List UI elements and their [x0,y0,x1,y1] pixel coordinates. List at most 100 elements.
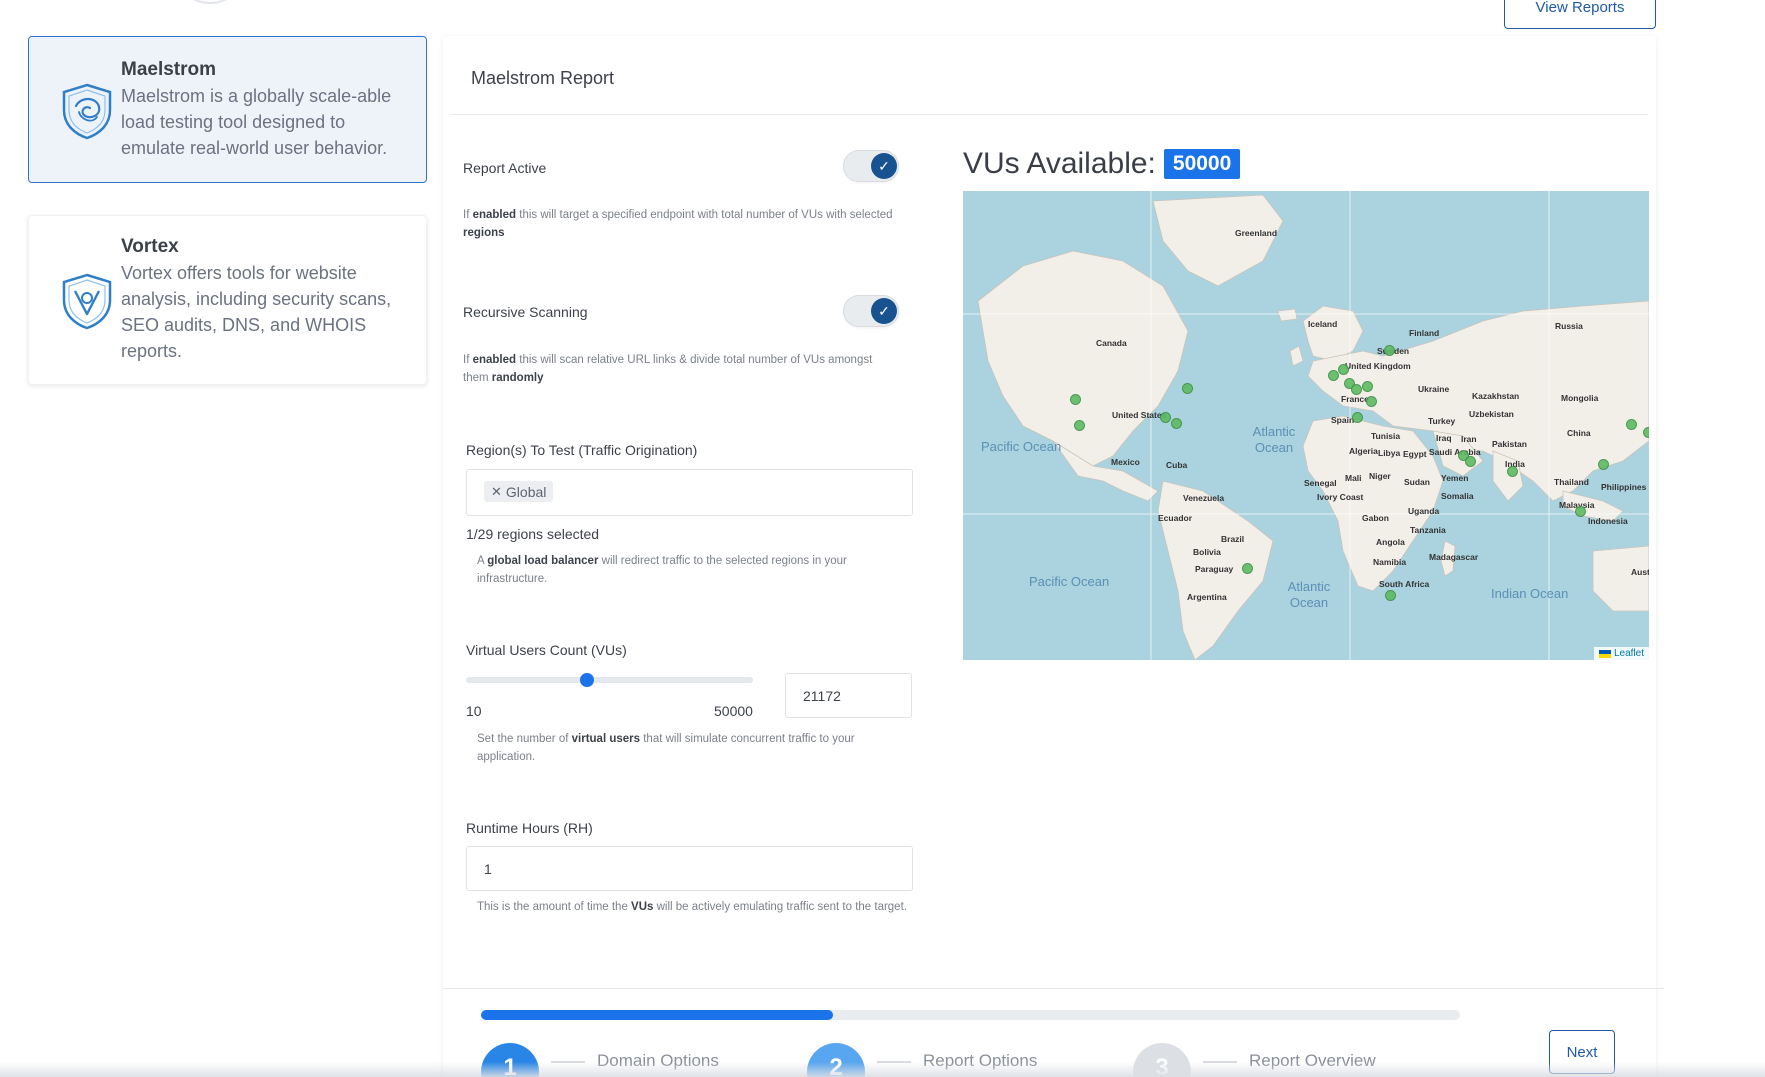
flag-icon [1598,649,1611,658]
region-marker[interactable] [1362,381,1373,392]
view-reports-button[interactable]: View Reports [1504,0,1656,29]
region-marker[interactable] [1070,394,1081,405]
leaflet-attribution[interactable]: Leaflet [1593,647,1649,660]
ocean-label: Atlantic Ocean [1252,424,1296,455]
map-label: Thailand [1554,477,1589,487]
region-marker[interactable] [1171,418,1182,429]
map-label: Uganda [1408,506,1440,516]
map-label: Mali [1345,473,1362,483]
vortex-shield-icon [62,273,112,330]
remove-tag-icon[interactable]: ✕ [491,484,502,500]
map-label: Venezuela [1183,493,1225,503]
runtime-input[interactable]: 1 [466,846,913,891]
avatar-partial [180,0,240,4]
map-label: Cuba [1166,460,1188,470]
region-marker[interactable] [1575,506,1586,517]
map-label: Yemen [1441,473,1469,483]
region-marker[interactable] [1384,345,1395,356]
map-label: China [1567,428,1591,438]
region-tag: ✕ Global [484,481,554,502]
map-label: Finland [1409,328,1440,338]
slider-min-label: 10 [466,703,482,719]
map-label: Angola [1376,537,1405,547]
vus-available-heading: VUs Available: 50000 [963,147,1241,181]
panel-title: Maelstrom Report [471,68,615,88]
map-label: Algeria [1349,446,1378,456]
divider [443,988,1664,989]
map-label: Gabon [1362,513,1389,523]
runtime-help: This is the amount of time the VUs will … [477,901,907,913]
regions-label: Region(s) To Test (Traffic Origination) [466,442,698,458]
map-label: Canada [1096,338,1127,348]
virtual-users-input[interactable]: 21172 [785,673,912,718]
map-label: South Africa [1379,579,1430,589]
map-label: Niger [1369,471,1391,481]
tool-description: Maelstrom is a globally scale-able load … [121,86,392,158]
report-active-label: Report Active [463,160,547,176]
tool-card-maelstrom[interactable]: Maelstrom Maelstrom is a globally scale-… [28,36,427,183]
map-label: United States [1112,410,1167,420]
map-label: Ivory Coast [1317,492,1364,502]
map-label: Namibia [1373,557,1407,567]
ocean-label: Pacific Ocean [981,439,1062,454]
map-label: Mexico [1111,457,1140,467]
virtual-users-slider[interactable] [466,673,753,687]
map-label: Greenland [1235,228,1278,238]
recursive-scanning-toggle[interactable]: ✓ [843,295,899,327]
map-label: Pakistan [1492,439,1527,449]
recursive-scanning-label: Recursive Scanning [463,304,588,320]
region-marker[interactable] [1626,419,1637,430]
map-label: Senegal [1304,478,1337,488]
map-label: Libya [1378,448,1401,458]
ocean-label: Indian Ocean [1491,586,1569,601]
slider-thumb[interactable] [580,673,595,687]
map-label: Kazakhstan [1472,391,1520,401]
region-marker[interactable] [1507,466,1518,477]
map-label: Ukraine [1418,384,1450,394]
region-marker[interactable] [1242,563,1253,574]
region-map[interactable]: Greenland Iceland Finland Russia Sweden … [963,191,1649,660]
map-label: Sudan [1404,477,1430,487]
region-marker[interactable] [1074,420,1085,431]
slider-fill [466,677,588,683]
check-icon: ✓ [871,153,897,179]
map-label: Uzbekistan [1469,409,1514,419]
region-marker[interactable] [1352,412,1363,423]
region-marker[interactable] [1465,456,1476,467]
report-active-toggle[interactable]: ✓ [843,150,899,182]
map-label: Saudi Arabia [1429,447,1481,457]
region-marker[interactable] [1643,427,1649,438]
map-label: Paraguay [1195,564,1234,574]
map-label: Aust [1631,567,1649,577]
region-marker[interactable] [1182,383,1193,394]
tool-title: Maelstrom [121,59,217,80]
map-label: Spain [1331,415,1355,425]
map-label: Russia [1555,321,1583,331]
map-label: Bolivia [1193,547,1221,557]
report-panel: Maelstrom Report Report Active ✓ If enab… [443,36,1664,1077]
map-label: Philippines [1601,482,1647,492]
region-marker[interactable] [1328,370,1339,381]
region-marker[interactable] [1598,459,1609,470]
region-marker[interactable] [1160,412,1171,423]
scroll-shadow [0,1062,1765,1077]
regions-select[interactable]: ✕ Global [466,469,913,516]
virtual-users-help: Set the number of virtual users that wil… [477,733,855,763]
map-label: Mongolia [1561,393,1599,403]
map-label: Tunisia [1371,431,1401,441]
map-label: Somalia [1441,491,1474,501]
region-marker[interactable] [1351,384,1362,395]
region-marker[interactable] [1385,590,1396,601]
map-label: Iceland [1308,319,1338,329]
tool-card-vortex[interactable]: Vortex Vortex offers tools for website a… [28,215,427,385]
wizard-progress [481,1010,1460,1020]
map-label: Argentina [1187,592,1227,602]
region-marker[interactable] [1366,396,1377,407]
map-label: Indonesia [1588,516,1628,526]
region-marker[interactable] [1338,364,1349,375]
map-label: Iraq [1436,433,1452,443]
divider [451,114,1648,115]
swirl-shield-icon [62,83,112,140]
recursive-scanning-help: If enabled this will scan relative URL l… [463,354,873,384]
tool-description: Vortex offers tools for website analysis… [121,263,392,361]
